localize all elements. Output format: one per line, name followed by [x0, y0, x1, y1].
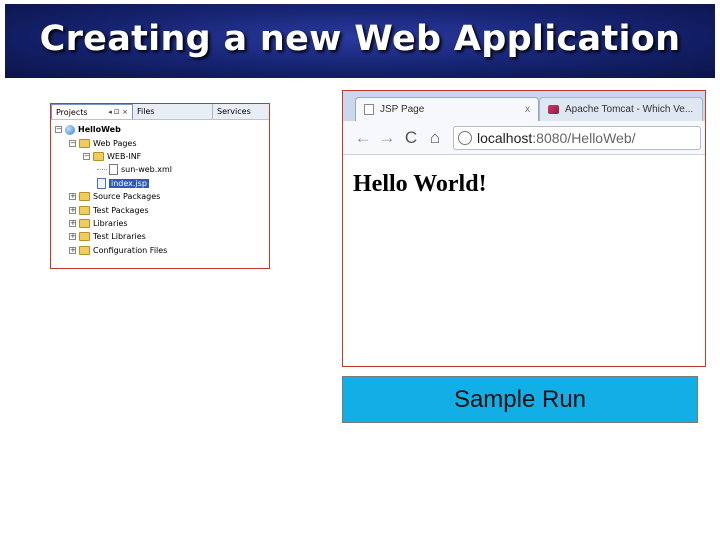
folder-icon	[79, 245, 90, 255]
hello-world-heading: Hello World!	[353, 171, 487, 197]
tab-controls[interactable]: ◂ ⊡ ×	[108, 108, 128, 116]
tree-item-sun-web-xml[interactable]: sun-web.xml	[51, 163, 269, 176]
tree-item-index-jsp[interactable]: index.jsp	[51, 177, 269, 190]
tree-item-configuration-files[interactable]: + Configuration Files	[51, 244, 269, 257]
tab-files[interactable]: Files	[133, 104, 213, 119]
expand-icon[interactable]: +	[69, 193, 76, 201]
tree-item-libraries[interactable]: + Libraries	[51, 217, 269, 230]
back-arrow-icon[interactable]: ←	[353, 128, 373, 148]
folder-icon	[93, 151, 104, 161]
collapse-icon[interactable]: −	[83, 152, 90, 160]
tree-item-label: HelloWeb	[78, 125, 121, 135]
url-host: localhost	[477, 129, 533, 146]
browser-tab-jsp-page[interactable]: JSP Page x	[355, 97, 539, 121]
tree-item-label: Configuration Files	[93, 245, 168, 255]
title-banner: Creating a new Web Application	[5, 4, 715, 78]
expand-icon[interactable]: +	[69, 233, 76, 241]
tree-item-web-pages[interactable]: − Web Pages	[51, 136, 269, 149]
url-path: :8080/HelloWeb/	[532, 129, 636, 146]
folder-icon	[79, 218, 90, 228]
browser-window: JSP Page x Apache Tomcat - Which Ve... ←…	[342, 90, 706, 367]
caption-text: Sample Run	[453, 385, 587, 413]
tomcat-feather-icon	[548, 105, 559, 114]
reload-icon[interactable]: C	[401, 128, 421, 148]
tree-item-label: Libraries	[93, 218, 128, 228]
tree-item-label-selected: index.jsp	[109, 178, 149, 188]
tree-item-label: Test Libraries	[93, 232, 146, 242]
tree-item-helloweb[interactable]: − HelloWeb	[51, 123, 269, 136]
close-tab-icon[interactable]: x	[525, 104, 530, 115]
home-icon[interactable]: ⌂	[425, 128, 445, 148]
tab-projects[interactable]: Projects ◂ ⊡ ×	[51, 104, 133, 119]
tree-item-test-libraries[interactable]: + Test Libraries	[51, 230, 269, 243]
forward-arrow-icon[interactable]: →	[377, 128, 397, 148]
browser-tab-strip: JSP Page x Apache Tomcat - Which Ve...	[343, 91, 705, 121]
tree-item-label: sun-web.xml	[121, 165, 173, 175]
page-icon	[364, 104, 374, 115]
tree-item-label: Source Packages	[93, 192, 161, 202]
expand-icon[interactable]: +	[69, 206, 76, 214]
folder-icon	[79, 205, 90, 215]
tree-item-label: WEB-INF	[107, 151, 142, 161]
ide-projects-panel: Projects ◂ ⊡ × Files Services − HelloWeb…	[50, 103, 270, 269]
jsp-file-icon	[97, 177, 106, 189]
browser-tab-title: JSP Page	[380, 104, 425, 115]
address-bar[interactable]: localhost:8080/HelloWeb/	[453, 125, 701, 150]
sample-run-caption: Sample Run	[342, 376, 698, 423]
browser-page-content: Hello World!	[343, 155, 705, 198]
tab-services[interactable]: Services	[213, 104, 269, 119]
browser-tab-title: Apache Tomcat - Which Ve...	[565, 104, 694, 115]
tab-services-label: Services	[217, 107, 251, 116]
slide-title: Creating a new Web Application	[39, 19, 681, 59]
browser-tab-tomcat[interactable]: Apache Tomcat - Which Ve...	[539, 97, 703, 121]
tree-item-test-packages[interactable]: + Test Packages	[51, 203, 269, 216]
tree-connector	[97, 169, 107, 171]
tree-item-label: Test Packages	[93, 205, 149, 215]
project-tree: − HelloWeb − Web Pages − WEB-INF sun-web…	[51, 120, 269, 257]
expand-icon[interactable]: +	[69, 246, 76, 254]
globe-icon	[65, 124, 75, 135]
collapse-icon[interactable]: −	[55, 126, 62, 134]
tree-item-web-inf[interactable]: − WEB-INF	[51, 150, 269, 163]
globe-icon	[458, 130, 472, 145]
folder-icon	[79, 192, 90, 202]
xml-file-icon	[109, 164, 118, 176]
folder-icon	[79, 138, 90, 148]
tab-projects-label: Projects	[56, 107, 88, 117]
collapse-icon[interactable]: −	[69, 139, 76, 147]
tree-item-source-packages[interactable]: + Source Packages	[51, 190, 269, 203]
folder-icon	[79, 232, 90, 242]
expand-icon[interactable]: +	[69, 219, 76, 227]
ide-tab-bar: Projects ◂ ⊡ × Files Services	[51, 104, 269, 120]
browser-toolbar: ← → C ⌂ localhost:8080/HelloWeb/	[343, 121, 705, 155]
tree-item-label: Web Pages	[93, 138, 137, 148]
tab-files-label: Files	[137, 107, 155, 116]
